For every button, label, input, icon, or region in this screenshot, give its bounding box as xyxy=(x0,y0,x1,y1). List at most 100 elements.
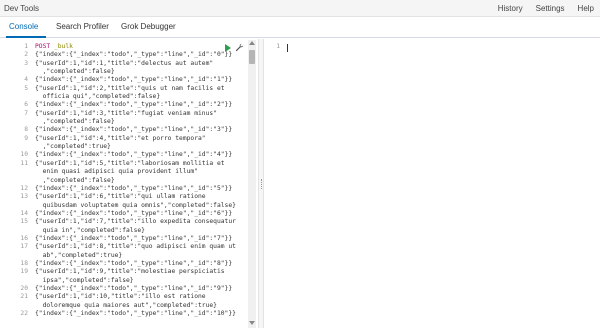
line-number: 22 xyxy=(20,310,28,317)
line-number: 1 xyxy=(24,43,28,50)
play-icon[interactable] xyxy=(225,44,231,52)
line-number: 13 xyxy=(20,193,28,201)
editor-scrollbar[interactable] xyxy=(248,40,256,328)
scroll-up-arrow-icon[interactable] xyxy=(249,41,255,45)
menu-history[interactable]: History xyxy=(498,4,523,13)
line-text: {"index":{"_index":"todo","_type":"line"… xyxy=(35,310,236,317)
code-line[interactable]: enim quasi adipisci quia provident illum… xyxy=(0,168,250,176)
line-number: 20 xyxy=(20,284,28,292)
request-editor[interactable]: 1 POST _bulk 2 {"index":{"_index":"todo","_… xyxy=(0,39,258,328)
line-text: ,"completed":false} xyxy=(35,176,115,184)
line-text: quibusdam voluptatem quia omnis","comple… xyxy=(35,201,236,209)
line-text: {"userId":1,"id":8,"title":"quo adipisci… xyxy=(35,243,236,251)
line-number: 16 xyxy=(20,234,28,242)
line-text: {"index":{"_index":"todo","_type":"line"… xyxy=(35,184,233,192)
line-number: 12 xyxy=(20,184,28,192)
code-line[interactable]: quia in","completed":false} xyxy=(0,227,250,235)
line-number: 7 xyxy=(24,109,28,117)
line-text: {"index":{"_index":"todo","_type":"line"… xyxy=(35,76,233,84)
active-tab-indicator xyxy=(6,36,46,38)
menu-settings[interactable]: Settings xyxy=(536,4,565,13)
code-line[interactable]: 9 {"userId":1,"id":4,"title":"et porro te… xyxy=(0,135,250,143)
line-text: {"userId":1,"id":9,"title":"molestiae pe… xyxy=(35,268,225,276)
line-text: {"userId":1,"id":4,"title":"et porro tem… xyxy=(35,134,206,142)
editor-actions xyxy=(225,43,244,52)
line-text: ipsa","completed":false} xyxy=(35,276,134,284)
line-text: {"userId":1,"id":2,"title":"quis ut nam … xyxy=(35,84,225,92)
code-line[interactable]: quibusdam voluptatem quia omnis","comple… xyxy=(0,202,250,210)
line-text: quia in","completed":false} xyxy=(35,226,145,234)
request-path: _bulk xyxy=(53,43,73,50)
line-text: {"userId":1,"id":5,"title":"laboriosam m… xyxy=(35,159,225,167)
code-line[interactable]: 19 {"userId":1,"id":9,"title":"molestiae … xyxy=(0,268,250,276)
line-number: 11 xyxy=(20,159,28,167)
line-text: {"userId":1,"id":7,"title":"illo expedit… xyxy=(35,218,236,226)
code-line[interactable]: 6 {"index":{"_index":"todo","_type":"line… xyxy=(0,101,250,109)
line-text: {"index":{"_index":"todo","_type":"line"… xyxy=(35,101,233,109)
code-line[interactable]: 10 {"index":{"_index":"todo","_type":"lin… xyxy=(0,151,250,159)
code-line[interactable]: 16 {"index":{"_index":"todo","_type":"lin… xyxy=(0,235,250,243)
line-text: {"index":{"_index":"todo","_type":"line"… xyxy=(35,51,233,59)
code-line[interactable]: 11 {"userId":1,"id":5,"title":"laboriosam… xyxy=(0,160,250,168)
tab-grok-debugger[interactable]: Grok Debugger xyxy=(121,22,176,31)
line-text: ,"completed":true} xyxy=(35,143,111,151)
code-line[interactable]: 12 {"index":{"_index":"todo","_type":"lin… xyxy=(0,185,250,193)
menu-help[interactable]: Help xyxy=(578,4,594,13)
tab-search-profiler[interactable]: Search Profiler xyxy=(56,22,109,31)
top-menu: History Settings Help xyxy=(498,4,594,13)
line-text: {"index":{"_index":"todo","_type":"line"… xyxy=(35,151,233,159)
line-number: 6 xyxy=(24,101,28,109)
code-line[interactable]: ,"completed":false} xyxy=(0,68,250,76)
line-text: ab","completed":true} xyxy=(35,251,123,259)
line-text: POST _bulk xyxy=(35,43,73,51)
code-line[interactable]: 1 POST _bulk xyxy=(0,43,250,51)
code-line[interactable]: 22 {"index":{"_index":"todo","_type":"lin… xyxy=(0,310,250,318)
code-line[interactable]: 21 {"userId":1,"id":10,"title":"illo est … xyxy=(0,293,250,301)
line-number: 14 xyxy=(20,209,28,217)
resizer-grip-icon[interactable] xyxy=(261,179,263,189)
code-line[interactable]: ,"completed":false} xyxy=(0,118,250,126)
editor-code[interactable]: 1 POST _bulk 2 {"index":{"_index":"todo","_… xyxy=(0,43,250,328)
tab-bar: Console Search Profiler Grok Debugger xyxy=(0,17,600,38)
app-title: Dev Tools xyxy=(4,4,39,13)
text-cursor xyxy=(287,44,288,52)
code-line[interactable]: 3 {"userId":1,"id":1,"title":"delectus au… xyxy=(0,60,250,68)
line-number: 19 xyxy=(20,268,28,276)
code-line[interactable]: 15 {"userId":1,"id":7,"title":"illo exped… xyxy=(0,218,250,226)
code-line[interactable]: ipsa","completed":false} xyxy=(0,277,250,285)
line-number: 21 xyxy=(20,293,28,301)
line-text: {"index":{"_index":"todo","_type":"line"… xyxy=(35,259,233,267)
response-line-number: 1 xyxy=(276,43,280,50)
code-line[interactable]: 20 {"index":{"_index":"todo","_type":"lin… xyxy=(0,285,250,293)
line-text: {"userId":1,"id":6,"title":"qui ullam ra… xyxy=(35,193,206,201)
code-line[interactable]: 8 {"index":{"_index":"todo","_type":"line… xyxy=(0,126,250,134)
top-bar: Dev Tools History Settings Help xyxy=(0,0,600,17)
code-line[interactable]: 4 {"index":{"_index":"todo","_type":"line… xyxy=(0,76,250,84)
code-line[interactable]: 7 {"userId":1,"id":3,"title":"fugiat veni… xyxy=(0,110,250,118)
wrench-icon[interactable] xyxy=(235,43,244,52)
code-line[interactable]: 17 {"userId":1,"id":8,"title":"quo adipis… xyxy=(0,243,250,251)
code-line[interactable]: 2 {"index":{"_index":"todo","_type":"line… xyxy=(0,51,250,59)
code-line[interactable]: 13 {"userId":1,"id":6,"title":"qui ullam … xyxy=(0,193,250,201)
code-line[interactable]: officia qui","completed":false} xyxy=(0,93,250,101)
code-line[interactable]: 5 {"userId":1,"id":2,"title":"quis ut nam… xyxy=(0,85,250,93)
code-line[interactable]: 18 {"index":{"_index":"todo","_type":"lin… xyxy=(0,260,250,268)
code-line[interactable]: doloremque quia maiores aut","completed"… xyxy=(0,302,250,310)
code-line[interactable]: ,"completed":true} xyxy=(0,143,250,151)
code-line[interactable]: 14 {"index":{"_index":"todo","_type":"lin… xyxy=(0,210,250,218)
tab-console[interactable]: Console xyxy=(9,22,38,31)
code-line[interactable]: ,"completed":false} xyxy=(0,177,250,185)
line-text: doloremque quia maiores aut","completed"… xyxy=(35,301,217,309)
scrollbar-thumb[interactable] xyxy=(249,50,255,64)
line-number: 18 xyxy=(20,259,28,267)
line-text: ,"completed":false} xyxy=(35,68,115,76)
scroll-down-arrow-icon[interactable] xyxy=(249,321,255,325)
response-panel[interactable]: 1 xyxy=(264,39,600,328)
line-text: ,"completed":false} xyxy=(35,118,115,126)
code-line[interactable]: ab","completed":true} xyxy=(0,252,250,260)
line-number: 9 xyxy=(24,134,28,142)
line-text: officia qui","completed":false} xyxy=(35,93,161,101)
line-number: 15 xyxy=(20,218,28,226)
line-text: {"index":{"_index":"todo","_type":"line"… xyxy=(35,209,233,217)
line-text: {"index":{"_index":"todo","_type":"line"… xyxy=(35,126,233,134)
